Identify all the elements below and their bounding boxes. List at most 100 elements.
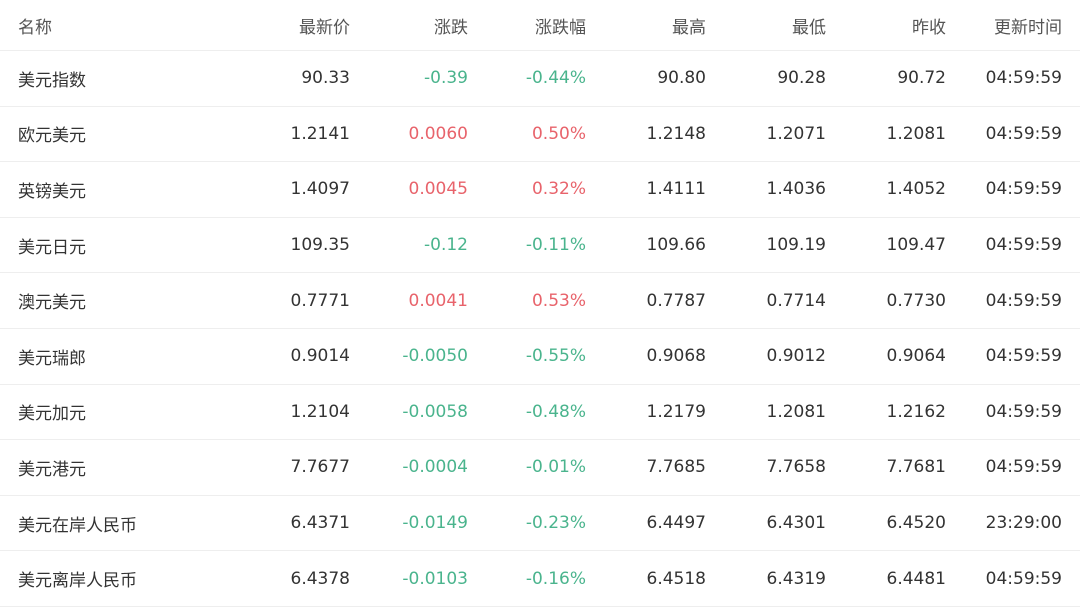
cell-low: 6.4301	[706, 495, 826, 552]
cell-update-time: 04:59:59	[946, 328, 1080, 385]
cell-latest-price: 6.4371	[230, 495, 350, 552]
cell-high: 7.7685	[586, 439, 706, 496]
cell-low: 0.9012	[706, 328, 826, 385]
cell-change: -0.0103	[350, 550, 468, 607]
cell-high: 1.2148	[586, 106, 706, 163]
cell-high: 109.66	[586, 217, 706, 274]
table-body: 美元指数 90.33 -0.39 -0.44% 90.80 90.28 90.72 04:59…	[0, 50, 1080, 607]
cell-prev-close: 6.4520	[826, 495, 946, 552]
cell-prev-close: 1.4052	[826, 161, 946, 218]
cell-prev-close: 0.7730	[826, 272, 946, 329]
cell-prev-close: 109.47	[826, 217, 946, 274]
cell-low: 90.28	[706, 50, 826, 107]
cell-name[interactable]: 美元离岸人民币	[0, 550, 230, 607]
cell-change-percent: 0.50%	[468, 106, 586, 163]
cell-change-percent: -0.01%	[468, 439, 586, 496]
table-header: 名称 最新价 涨跌 涨跌幅 最高 最低 昨收 更新时间	[0, 0, 1080, 51]
cell-update-time: 04:59:59	[946, 106, 1080, 163]
cell-change: -0.39	[350, 50, 468, 107]
cell-change: -0.0050	[350, 328, 468, 385]
cell-high: 0.9068	[586, 328, 706, 385]
table-row[interactable]: 美元瑞郎 0.9014 -0.0050 -0.55% 0.9068 0.9012 0.906…	[0, 328, 1080, 385]
cell-high: 1.2179	[586, 384, 706, 441]
cell-change-percent: 0.32%	[468, 161, 586, 218]
header-high[interactable]: 最高	[586, 0, 706, 51]
cell-low: 1.2071	[706, 106, 826, 163]
header-change[interactable]: 涨跌	[350, 0, 468, 51]
cell-update-time: 04:59:59	[946, 439, 1080, 496]
cell-change-percent: -0.23%	[468, 495, 586, 552]
cell-low: 1.2081	[706, 384, 826, 441]
cell-latest-price: 90.33	[230, 50, 350, 107]
cell-latest-price: 7.7677	[230, 439, 350, 496]
cell-change: -0.0058	[350, 384, 468, 441]
cell-latest-price: 109.35	[230, 217, 350, 274]
cell-change: 0.0041	[350, 272, 468, 329]
cell-prev-close: 90.72	[826, 50, 946, 107]
cell-low: 1.4036	[706, 161, 826, 218]
cell-update-time: 04:59:59	[946, 50, 1080, 107]
fx-quotes-table: 名称 最新价 涨跌 涨跌幅 最高 最低 昨收 更新时间 美元指数 90.33 -0.…	[0, 0, 1080, 607]
header-latest-price[interactable]: 最新价	[230, 0, 350, 51]
cell-prev-close: 0.9064	[826, 328, 946, 385]
cell-low: 109.19	[706, 217, 826, 274]
cell-name[interactable]: 美元日元	[0, 217, 230, 274]
cell-change: 0.0060	[350, 106, 468, 163]
cell-latest-price: 1.2141	[230, 106, 350, 163]
cell-prev-close: 7.7681	[826, 439, 946, 496]
cell-name[interactable]: 澳元美元	[0, 272, 230, 329]
cell-latest-price: 6.4378	[230, 550, 350, 607]
table-row[interactable]: 美元加元 1.2104 -0.0058 -0.48% 1.2179 1.2081 1.216…	[0, 384, 1080, 441]
table-row[interactable]: 美元离岸人民币 6.4378 -0.0103 -0.16% 6.4518 6.4319 6.…	[0, 550, 1080, 607]
cell-update-time: 04:59:59	[946, 550, 1080, 607]
header-change-percent[interactable]: 涨跌幅	[468, 0, 586, 51]
cell-name[interactable]: 美元瑞郎	[0, 328, 230, 385]
cell-update-time: 04:59:59	[946, 384, 1080, 441]
cell-low: 6.4319	[706, 550, 826, 607]
cell-high: 0.7787	[586, 272, 706, 329]
cell-change-percent: -0.48%	[468, 384, 586, 441]
cell-high: 6.4518	[586, 550, 706, 607]
cell-high: 6.4497	[586, 495, 706, 552]
cell-name[interactable]: 欧元美元	[0, 106, 230, 163]
cell-high: 90.80	[586, 50, 706, 107]
cell-low: 7.7658	[706, 439, 826, 496]
cell-change: -0.0149	[350, 495, 468, 552]
cell-latest-price: 0.7771	[230, 272, 350, 329]
cell-high: 1.4111	[586, 161, 706, 218]
table-row[interactable]: 美元港元 7.7677 -0.0004 -0.01% 7.7685 7.7658 7.768…	[0, 439, 1080, 496]
cell-update-time: 04:59:59	[946, 272, 1080, 329]
cell-change-percent: -0.44%	[468, 50, 586, 107]
header-update-time[interactable]: 更新时间	[946, 0, 1080, 51]
cell-low: 0.7714	[706, 272, 826, 329]
cell-change-percent: -0.11%	[468, 217, 586, 274]
cell-name[interactable]: 美元加元	[0, 384, 230, 441]
cell-prev-close: 6.4481	[826, 550, 946, 607]
table-row[interactable]: 美元日元 109.35 -0.12 -0.11% 109.66 109.19 109.47 0…	[0, 217, 1080, 274]
header-name[interactable]: 名称	[0, 0, 230, 51]
table-row[interactable]: 欧元美元 1.2141 0.0060 0.50% 1.2148 1.2071 1.2081 0…	[0, 106, 1080, 163]
header-prev-close[interactable]: 昨收	[826, 0, 946, 51]
cell-latest-price: 0.9014	[230, 328, 350, 385]
cell-name[interactable]: 美元在岸人民币	[0, 495, 230, 552]
cell-update-time: 23:29:00	[946, 495, 1080, 552]
cell-change-percent: -0.16%	[468, 550, 586, 607]
cell-change: -0.12	[350, 217, 468, 274]
cell-change: 0.0045	[350, 161, 468, 218]
cell-update-time: 04:59:59	[946, 161, 1080, 218]
cell-change-percent: -0.55%	[468, 328, 586, 385]
header-low[interactable]: 最低	[706, 0, 826, 51]
cell-name[interactable]: 英镑美元	[0, 161, 230, 218]
cell-name[interactable]: 美元指数	[0, 50, 230, 107]
cell-update-time: 04:59:59	[946, 217, 1080, 274]
table-row[interactable]: 美元在岸人民币 6.4371 -0.0149 -0.23% 6.4497 6.4301 6.…	[0, 495, 1080, 552]
table-row[interactable]: 澳元美元 0.7771 0.0041 0.53% 0.7787 0.7714 0.7730 0…	[0, 272, 1080, 329]
table-row[interactable]: 英镑美元 1.4097 0.0045 0.32% 1.4111 1.4036 1.4052 0…	[0, 161, 1080, 218]
cell-change: -0.0004	[350, 439, 468, 496]
cell-name[interactable]: 美元港元	[0, 439, 230, 496]
cell-latest-price: 1.2104	[230, 384, 350, 441]
cell-change-percent: 0.53%	[468, 272, 586, 329]
table-row[interactable]: 美元指数 90.33 -0.39 -0.44% 90.80 90.28 90.72 04:59…	[0, 50, 1080, 107]
cell-latest-price: 1.4097	[230, 161, 350, 218]
cell-prev-close: 1.2162	[826, 384, 946, 441]
